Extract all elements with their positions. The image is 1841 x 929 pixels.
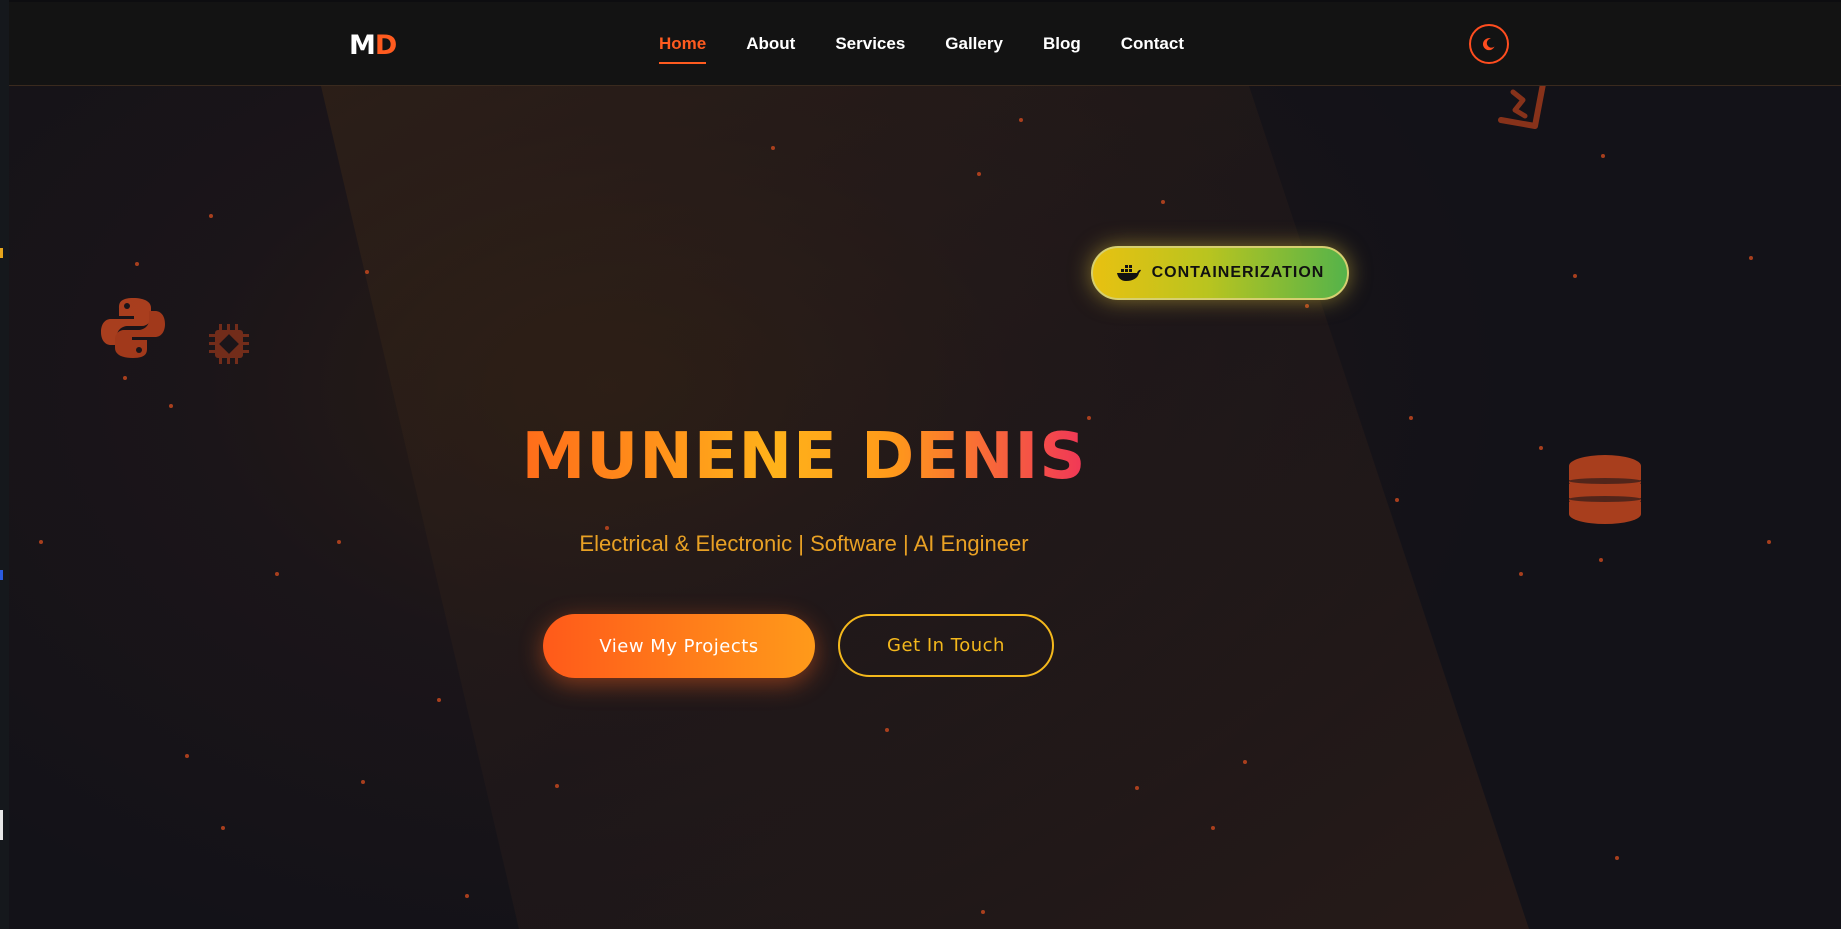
- particle: [1409, 416, 1413, 420]
- particle: [885, 728, 889, 732]
- particle: [605, 526, 609, 530]
- particle: [209, 214, 213, 218]
- particle: [39, 540, 43, 544]
- nav-item-gallery[interactable]: Gallery: [945, 34, 1003, 54]
- logo-letter-d: D: [374, 30, 397, 61]
- particle: [1573, 274, 1577, 278]
- site-logo[interactable]: MD: [349, 30, 397, 61]
- edge-mark: [0, 570, 3, 580]
- hero-subtitle: Electrical & Electronic | Software | AI …: [579, 531, 1029, 556]
- window-edge-strip: [0, 0, 9, 929]
- nav-item-services[interactable]: Services: [835, 34, 905, 54]
- particle: [981, 910, 985, 914]
- particle: [1305, 304, 1309, 308]
- particle: [185, 754, 189, 758]
- particle: [555, 784, 559, 788]
- cpu-chip-icon: [209, 324, 249, 364]
- theme-toggle-button[interactable]: [1469, 24, 1509, 64]
- particle: [169, 404, 173, 408]
- particle: [1615, 856, 1619, 860]
- particle: [437, 698, 441, 702]
- particle: [1211, 826, 1215, 830]
- particle: [221, 826, 225, 830]
- particle: [465, 894, 469, 898]
- view-projects-button[interactable]: View My Projects: [543, 614, 815, 678]
- nav-item-blog[interactable]: Blog: [1043, 34, 1081, 54]
- nav-item-home[interactable]: Home: [659, 34, 707, 64]
- containerization-badge: CONTAINERIZATION: [1091, 246, 1349, 300]
- particle: [1243, 760, 1247, 764]
- badge-label: CONTAINERIZATION: [1151, 264, 1325, 281]
- particle: [1519, 572, 1523, 576]
- particle: [977, 172, 981, 176]
- python-icon: [101, 298, 165, 358]
- particle: [771, 146, 775, 150]
- database-icon: [1569, 455, 1641, 524]
- java-cup-icon: [1498, 86, 1546, 129]
- particle: [361, 780, 365, 784]
- nav-item-about[interactable]: About: [746, 34, 795, 54]
- hero-title: MUNENE DENIS: [514, 420, 1094, 494]
- nav-links: Home About Services Gallery Blog Contact: [659, 2, 1224, 86]
- particle: [123, 376, 127, 380]
- particle: [1135, 786, 1139, 790]
- particle: [1539, 446, 1543, 450]
- get-in-touch-button[interactable]: Get In Touch: [838, 614, 1054, 677]
- hero-section: CONTAINERIZATION MUNENE DENIS Electrical…: [9, 86, 1841, 929]
- particle: [275, 572, 279, 576]
- particle: [1161, 200, 1165, 204]
- particle: [365, 270, 369, 274]
- docker-whale-icon: [1116, 265, 1141, 281]
- particle: [1599, 558, 1603, 562]
- particle: [1767, 540, 1771, 544]
- particle: [1601, 154, 1605, 158]
- particle: [1749, 256, 1753, 260]
- moon-icon: [1482, 38, 1495, 51]
- particle: [1395, 498, 1399, 502]
- logo-letter-m: M: [349, 30, 376, 61]
- particle: [135, 262, 139, 266]
- top-navbar: MD Home About Services Gallery Blog Cont…: [9, 2, 1841, 86]
- particle: [1019, 118, 1023, 122]
- nav-item-contact[interactable]: Contact: [1121, 34, 1184, 54]
- edge-mark: [0, 810, 3, 840]
- edge-mark: [0, 248, 3, 258]
- particle: [337, 540, 341, 544]
